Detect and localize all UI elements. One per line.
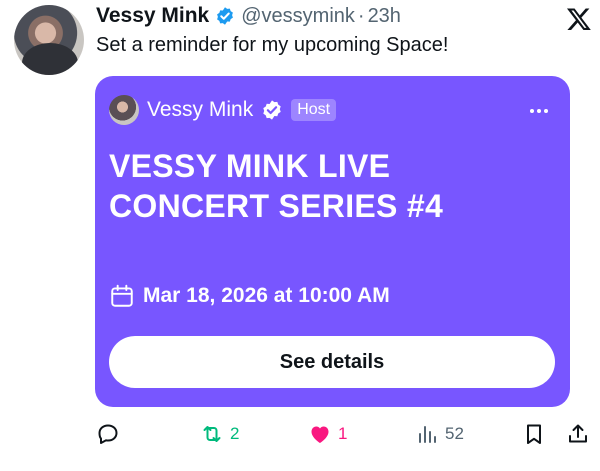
host-tag: Host: [291, 99, 337, 121]
views-icon: [419, 426, 436, 443]
share-icon: [569, 424, 587, 443]
tweet-timestamp[interactable]: 23h: [368, 5, 401, 28]
tweet-text: Set a reminder for my upcoming Space!: [96, 34, 449, 56]
tweet-header: Vessy Mink @vessymink · 23h: [96, 2, 401, 30]
host-avatar: [109, 95, 139, 125]
calendar-icon: [111, 284, 133, 307]
views-count: 52: [445, 424, 464, 443]
more-icon[interactable]: [530, 100, 554, 113]
retweet-count: 2: [230, 424, 240, 443]
heart-icon: [311, 426, 329, 443]
like-button[interactable]: 1: [308, 418, 347, 450]
author-handle[interactable]: @vessymink: [241, 5, 355, 28]
space-card[interactable]: Vessy Mink Host VESSY MINK LIVE CONCERT …: [95, 76, 570, 407]
verified-badge-icon: [263, 100, 281, 120]
space-date: Mar 18, 2026 at 10:00 AM: [143, 284, 390, 307]
separator-dot: ·: [357, 4, 365, 27]
space-host-row: Vessy Mink Host: [109, 95, 337, 125]
see-details-button[interactable]: See details: [109, 336, 555, 388]
author-name[interactable]: Vessy Mink: [96, 4, 209, 28]
space-title-line-1: VESSY MINK LIVE: [109, 148, 391, 184]
views-button[interactable]: 52: [415, 418, 464, 450]
retweet-icon: [203, 426, 221, 442]
space-title: VESSY MINK LIVE CONCERT SERIES #4: [109, 146, 549, 226]
reply-button[interactable]: [96, 418, 120, 450]
host-name: Vessy Mink: [147, 98, 254, 121]
bookmark-icon: [527, 424, 541, 444]
author-avatar[interactable]: [14, 5, 84, 75]
bookmark-button[interactable]: [522, 418, 546, 450]
retweet-button[interactable]: 2: [200, 418, 239, 450]
reply-icon: [98, 424, 118, 444]
like-count: 1: [338, 424, 348, 443]
space-title-line-2: CONCERT SERIES #4: [109, 188, 444, 224]
tweet-actions: 2 1 52: [0, 418, 600, 450]
verified-badge-icon: [217, 7, 234, 25]
space-date-row: Mar 18, 2026 at 10:00 AM: [109, 283, 390, 309]
x-logo-icon[interactable]: [566, 6, 592, 32]
share-button[interactable]: [566, 418, 590, 450]
